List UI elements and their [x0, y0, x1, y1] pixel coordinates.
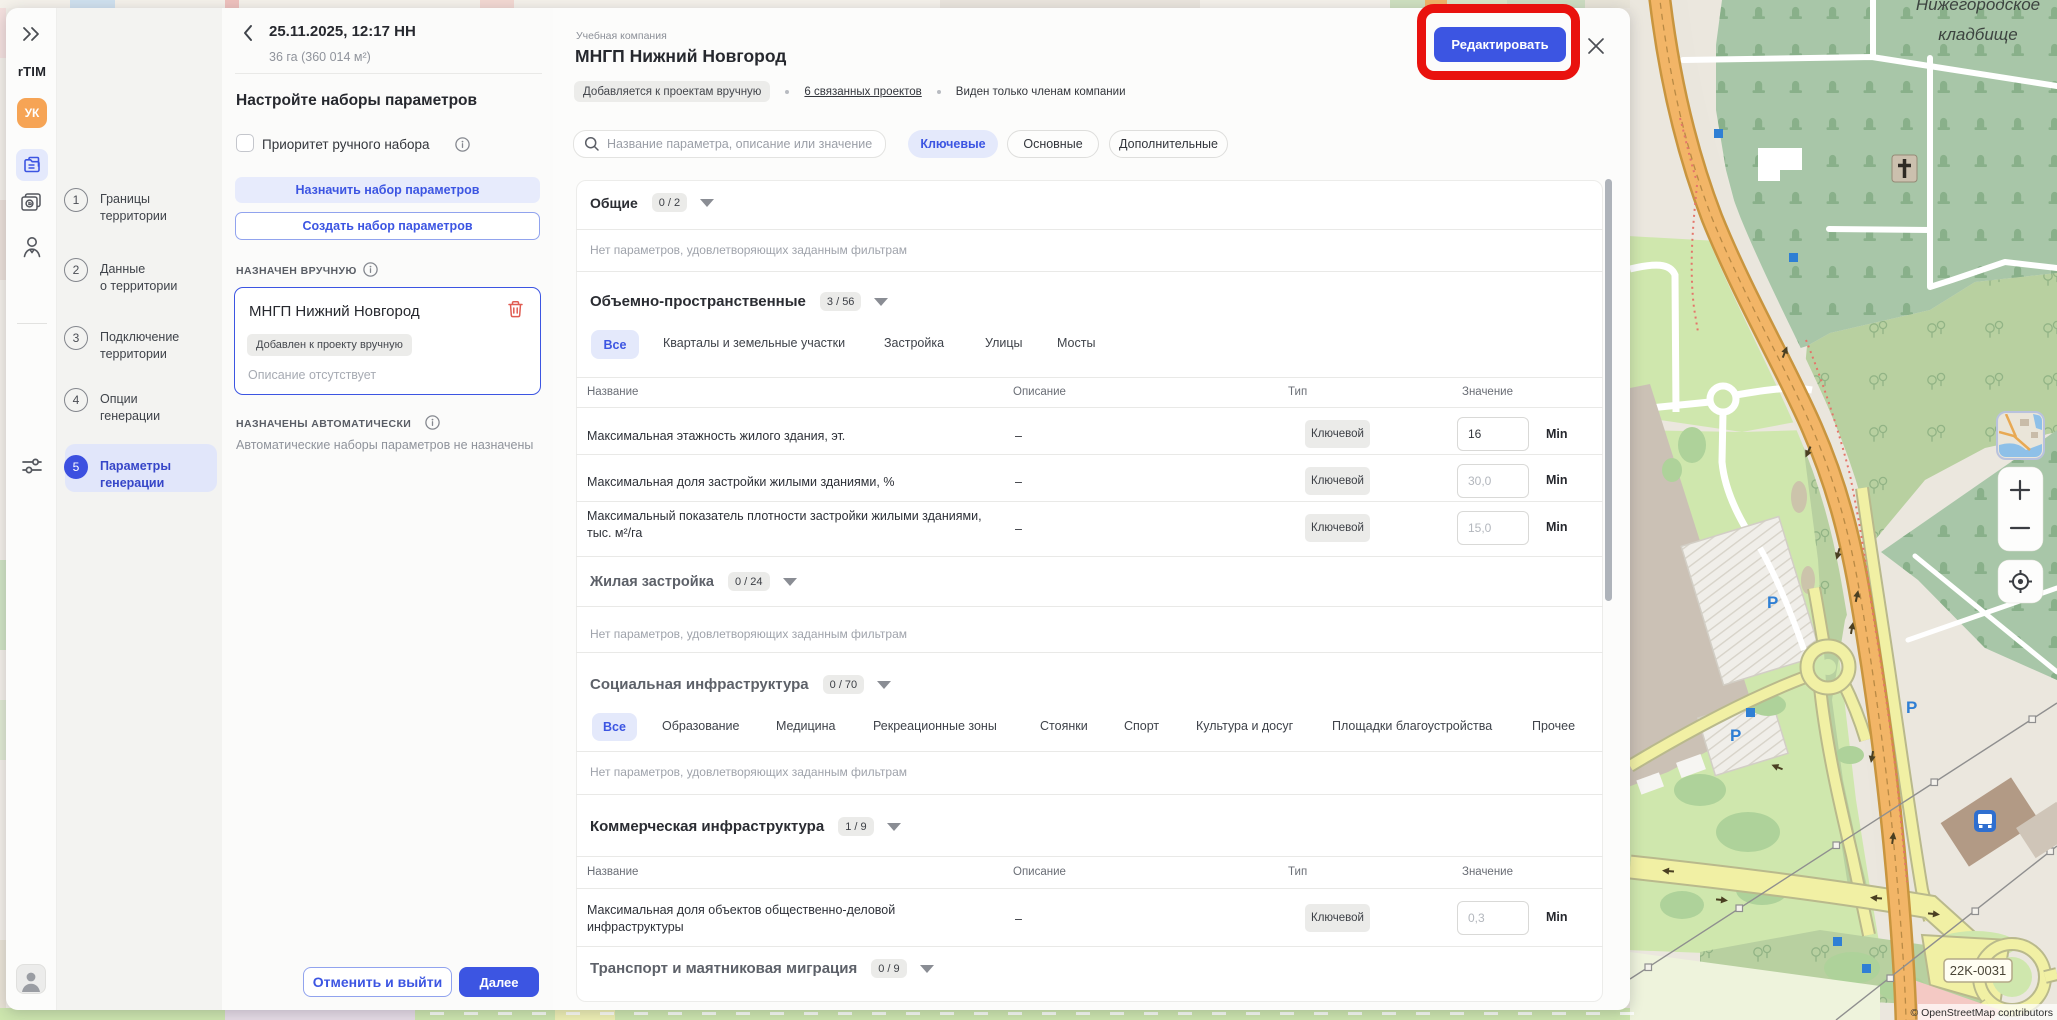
- svg-text:© OpenStreetMap contributors: © OpenStreetMap contributors: [1910, 1007, 2053, 1019]
- svg-text:P: P: [1906, 698, 1917, 717]
- svg-text:Нижегородское: Нижегородское: [1916, 0, 2040, 14]
- svg-text:22K-0031: 22K-0031: [1950, 963, 2006, 978]
- svg-text:P: P: [1767, 593, 1778, 612]
- svg-text:P: P: [1730, 726, 1741, 745]
- svg-text:кладбище: кладбище: [1938, 25, 2017, 44]
